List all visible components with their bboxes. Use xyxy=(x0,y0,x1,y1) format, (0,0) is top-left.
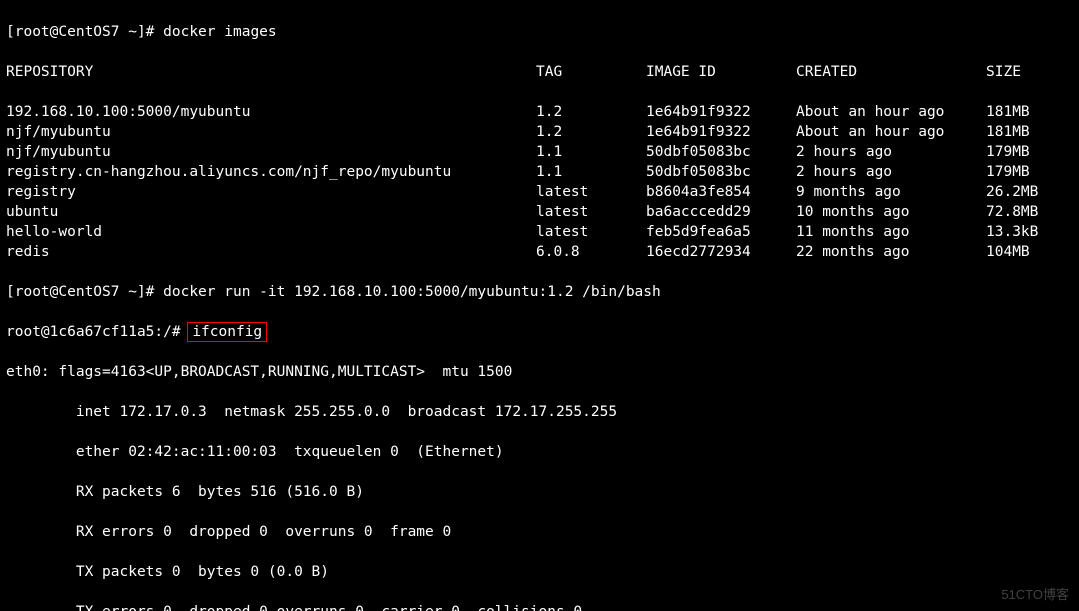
cell-created: 2 hours ago xyxy=(796,142,986,162)
ifconfig-eth0-header: eth0: flags=4163<UP,BROADCAST,RUNNING,MU… xyxy=(6,362,1073,382)
table-row: registrylatestb8604a3fe8549 months ago26… xyxy=(6,182,1073,202)
cell-tag: 1.1 xyxy=(536,162,646,182)
cell-tag: latest xyxy=(536,182,646,202)
prompt-line: [root@CentOS7 ~]# docker run -it 192.168… xyxy=(6,282,1073,302)
host-prompt: [root@CentOS7 ~]# xyxy=(6,284,163,300)
cell-created: 22 months ago xyxy=(796,242,986,262)
prompt-line: root@1c6a67cf11a5:/# ifconfig xyxy=(6,322,1073,342)
command-docker-images: docker images xyxy=(163,24,277,40)
cell-id: feb5d9fea6a5 xyxy=(646,222,796,242)
table-row: redis6.0.816ecd277293422 months ago104MB xyxy=(6,242,1073,262)
container-prompt: root@1c6a67cf11a5:/# xyxy=(6,324,189,340)
cell-id: 1e64b91f9322 xyxy=(646,102,796,122)
cell-id: 50dbf05083bc xyxy=(646,142,796,162)
cell-created: About an hour ago xyxy=(796,102,986,122)
cell-created: 10 months ago xyxy=(796,202,986,222)
header-id: IMAGE ID xyxy=(646,62,796,82)
cell-repo: registry.cn-hangzhou.aliyuncs.com/njf_re… xyxy=(6,162,536,182)
host-prompt: [root@CentOS7 ~]# xyxy=(6,24,163,40)
table-row: 192.168.10.100:5000/myubuntu1.21e64b91f9… xyxy=(6,102,1073,122)
cell-tag: latest xyxy=(536,202,646,222)
ifconfig-eth0-txp: TX packets 0 bytes 0 (0.0 B) xyxy=(6,562,1073,582)
header-repo: REPOSITORY xyxy=(6,62,536,82)
cell-repo: registry xyxy=(6,182,536,202)
cell-created: 11 months ago xyxy=(796,222,986,242)
cell-size: 181MB xyxy=(986,122,1073,142)
ifconfig-eth0-inet: inet 172.17.0.3 netmask 255.255.0.0 broa… xyxy=(6,402,1073,422)
watermark: 51CTO博客 xyxy=(1001,585,1069,605)
cell-size: 181MB xyxy=(986,102,1073,122)
cell-tag: 1.2 xyxy=(536,122,646,142)
cell-tag: latest xyxy=(536,222,646,242)
table-row: ubuntulatestba6acccedd2910 months ago72.… xyxy=(6,202,1073,222)
cell-id: 1e64b91f9322 xyxy=(646,122,796,142)
cell-tag: 1.2 xyxy=(536,102,646,122)
terminal[interactable]: [root@CentOS7 ~]# docker images REPOSITO… xyxy=(0,0,1079,611)
cell-created: 9 months ago xyxy=(796,182,986,202)
cell-repo: ubuntu xyxy=(6,202,536,222)
cell-tag: 6.0.8 xyxy=(536,242,646,262)
header-created: CREATED xyxy=(796,62,986,82)
images-header: REPOSITORYTAGIMAGE IDCREATEDSIZE xyxy=(6,62,1073,82)
command-ifconfig-highlight: ifconfig xyxy=(187,322,267,342)
cell-repo: redis xyxy=(6,242,536,262)
cell-tag: 1.1 xyxy=(536,142,646,162)
table-row: njf/myubuntu1.21e64b91f9322About an hour… xyxy=(6,122,1073,142)
cell-size: 179MB xyxy=(986,142,1073,162)
ifconfig-eth0-rxp: RX packets 6 bytes 516 (516.0 B) xyxy=(6,482,1073,502)
cell-repo: njf/myubuntu xyxy=(6,142,536,162)
cell-id: ba6acccedd29 xyxy=(646,202,796,222)
header-size: SIZE xyxy=(986,62,1073,82)
ifconfig-eth0-rxe: RX errors 0 dropped 0 overruns 0 frame 0 xyxy=(6,522,1073,542)
header-tag: TAG xyxy=(536,62,646,82)
table-row: hello-worldlatestfeb5d9fea6a511 months a… xyxy=(6,222,1073,242)
cell-repo: njf/myubuntu xyxy=(6,122,536,142)
cell-repo: 192.168.10.100:5000/myubuntu xyxy=(6,102,536,122)
cell-size: 13.3kB xyxy=(986,222,1073,242)
cell-size: 104MB xyxy=(986,242,1073,262)
table-row: registry.cn-hangzhou.aliyuncs.com/njf_re… xyxy=(6,162,1073,182)
prompt-line: [root@CentOS7 ~]# docker images xyxy=(6,22,1073,42)
command-ifconfig: ifconfig xyxy=(192,324,262,340)
cell-size: 179MB xyxy=(986,162,1073,182)
cell-id: 16ecd2772934 xyxy=(646,242,796,262)
cell-repo: hello-world xyxy=(6,222,536,242)
cell-id: 50dbf05083bc xyxy=(646,162,796,182)
cell-id: b8604a3fe854 xyxy=(646,182,796,202)
table-row: njf/myubuntu1.150dbf05083bc2 hours ago17… xyxy=(6,142,1073,162)
ifconfig-eth0-ether: ether 02:42:ac:11:00:03 txqueuelen 0 (Et… xyxy=(6,442,1073,462)
cell-size: 26.2MB xyxy=(986,182,1073,202)
command-docker-run: docker run -it 192.168.10.100:5000/myubu… xyxy=(163,284,661,300)
cell-created: About an hour ago xyxy=(796,122,986,142)
cell-created: 2 hours ago xyxy=(796,162,986,182)
ifconfig-eth0-txe: TX errors 0 dropped 0 overruns 0 carrier… xyxy=(6,602,1073,611)
cell-size: 72.8MB xyxy=(986,202,1073,222)
